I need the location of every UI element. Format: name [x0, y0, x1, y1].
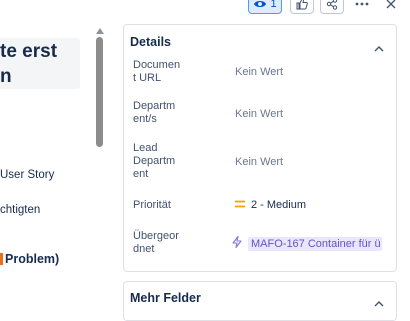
- left-item-problem-label: Problem): [5, 252, 60, 266]
- left-panel: te erst n User Story chtigten Problem): [0, 0, 100, 307]
- lightning-icon: [232, 235, 242, 253]
- field-label-priority: Priorität: [133, 199, 171, 211]
- more-fields-header[interactable]: Mehr Felder: [130, 291, 201, 305]
- field-label-departments: Departm ent/s: [133, 100, 176, 125]
- field-label-document-url: Documen t URL: [133, 59, 181, 84]
- priority-label: 2 - Medium: [251, 199, 307, 211]
- share-icon: [326, 0, 338, 10]
- field-value-departments[interactable]: Kein Wert: [235, 108, 283, 120]
- like-button[interactable]: [290, 0, 314, 14]
- more-fields-panel: Mehr Felder: [123, 281, 397, 321]
- field-label-lead-department: Lead Departm ent: [133, 142, 176, 180]
- parent-issue-link[interactable]: MAFO-167 Container für ü: [232, 235, 382, 253]
- chevron-up-icon[interactable]: [374, 294, 384, 312]
- eye-icon: [253, 0, 267, 9]
- chevron-up-icon[interactable]: [374, 39, 384, 57]
- priority-medium-icon: [235, 199, 245, 211]
- issue-title-line2: n: [0, 66, 12, 87]
- scrollbar-thumb[interactable]: [96, 37, 103, 147]
- issue-title-box[interactable]: te erst n: [0, 38, 80, 89]
- watch-button[interactable]: 1: [248, 0, 282, 14]
- thumbs-up-icon: [296, 0, 308, 10]
- close-button[interactable]: [380, 0, 402, 14]
- share-button[interactable]: [320, 0, 344, 14]
- issue-title-line1: te erst: [0, 41, 58, 62]
- details-panel: Details Documen t URL Kein Wert Departm en…: [123, 24, 397, 272]
- details-header[interactable]: Details: [130, 35, 171, 49]
- watch-count: 1: [270, 0, 277, 10]
- close-icon: [386, 0, 396, 9]
- left-item-berechtigten: chtigten: [0, 204, 41, 216]
- field-value-document-url[interactable]: Kein Wert: [235, 66, 283, 78]
- more-icon: [355, 2, 369, 6]
- problem-marker-icon: [0, 253, 3, 265]
- parent-issue-chip: MAFO-167 Container für ü: [248, 237, 382, 251]
- field-value-priority[interactable]: 2 - Medium: [235, 199, 306, 211]
- scroll-up-arrow[interactable]: [96, 28, 104, 34]
- left-item-problem: Problem): [0, 252, 59, 266]
- field-label-parent: Übergeor dnet: [133, 230, 179, 255]
- left-item-user-story: User Story: [0, 169, 55, 181]
- field-value-lead-department[interactable]: Kein Wert: [235, 156, 283, 168]
- more-actions-button[interactable]: [350, 0, 374, 14]
